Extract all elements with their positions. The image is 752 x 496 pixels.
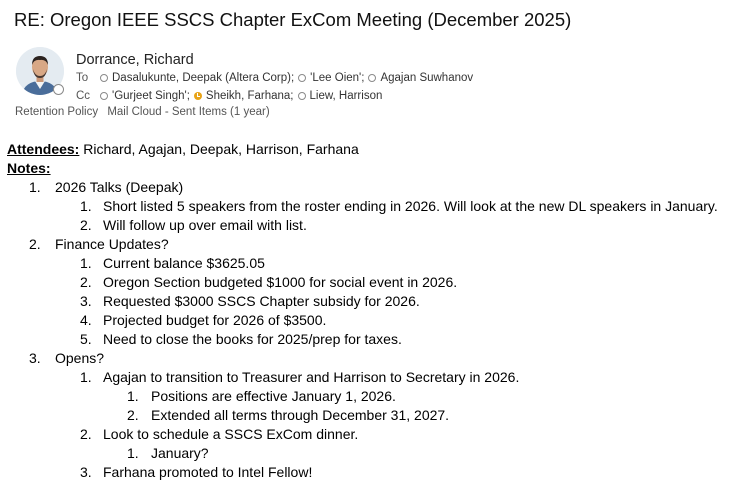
list-item: January? — [151, 445, 209, 461]
list-number: 5. — [80, 331, 92, 347]
list-number: 2. — [29, 236, 41, 252]
list-item: Need to close the books for 2025/prep fo… — [103, 331, 402, 347]
presence-offline-icon — [100, 92, 108, 100]
list-item: Current balance $3625.05 — [103, 255, 265, 271]
email-subject: RE: Oregon IEEE SSCS Chapter ExCom Meeti… — [14, 9, 572, 30]
list-number: 1. — [80, 255, 92, 271]
list-number: 3. — [80, 464, 92, 480]
list-item: Opens? — [55, 350, 105, 366]
list-number: 2. — [80, 217, 92, 233]
recipient-to-lee[interactable]: 'Lee Oien'; — [310, 72, 364, 84]
recipient-to-deepak[interactable]: Dasalukunte, Deepak (Altera Corp); — [112, 72, 294, 84]
retention-value: Mail Cloud - Sent Items (1 year) — [107, 106, 270, 118]
list-number: 1. — [127, 445, 139, 461]
list-number: 1. — [80, 198, 92, 214]
list-number: 2. — [80, 426, 92, 442]
list-item: Oregon Section budgeted $1000 for social… — [103, 274, 458, 290]
recipient-cc-farhana[interactable]: Sheikh, Farhana; — [206, 90, 294, 102]
retention-label: Retention Policy — [15, 106, 99, 118]
list-item: Will follow up over email with list. — [103, 217, 307, 233]
list-item: Extended all terms through December 31, … — [151, 407, 450, 423]
attendees-line: Attendees: Richard, Agajan, Deepak, Harr… — [7, 140, 359, 159]
cc-label: Cc — [76, 90, 91, 102]
list-item: Finance Updates? — [55, 236, 169, 252]
notes-heading: Notes: — [7, 160, 51, 176]
list-number: 1. — [80, 369, 92, 385]
presence-offline-icon — [368, 74, 377, 82]
list-item: Look to schedule a SSCS ExCom dinner. — [103, 426, 359, 442]
list-item: Agajan to transition to Treasurer and Ha… — [103, 369, 520, 385]
to-row: To Dasalukunte, Deepak (Altera Corp); 'L… — [76, 72, 473, 84]
list-item: Short listed 5 speakers from the roster … — [103, 198, 718, 214]
list-number: 2. — [80, 274, 92, 290]
list-item: Positions are effective January 1, 2026. — [151, 388, 396, 404]
attendees-list: Richard, Agajan, Deepak, Harrison, Farha… — [79, 141, 359, 157]
list-number: 1. — [29, 179, 41, 195]
retention-policy: Retention Policy Mail Cloud - Sent Items… — [15, 106, 270, 118]
list-item: Farhana promoted to Intel Fellow! — [103, 464, 313, 480]
recipient-cc-gurjeet[interactable]: 'Gurjeet Singh'; — [112, 90, 190, 102]
list-number: 1. — [127, 388, 139, 404]
attendees-label: Attendees: — [7, 141, 80, 157]
list-item: Requested $3000 SSCS Chapter subsidy for… — [103, 293, 420, 309]
list-number: 3. — [29, 350, 41, 366]
sender-name[interactable]: Dorrance, Richard — [76, 52, 194, 68]
cc-row: Cc 'Gurjeet Singh'; Sheikh, Farhana; Lie… — [76, 90, 382, 102]
list-item: Projected budget for 2026 of $3500. — [103, 312, 327, 328]
presence-offline-icon — [100, 74, 108, 82]
list-number: 4. — [80, 312, 92, 328]
recipient-to-agajan[interactable]: Agajan Suwhanov — [380, 72, 473, 84]
list-number: 2. — [127, 407, 139, 423]
recipient-cc-harrison[interactable]: Liew, Harrison — [310, 90, 383, 102]
presence-offline-icon — [298, 74, 307, 82]
to-label: To — [76, 72, 89, 84]
list-number: 3. — [80, 293, 92, 309]
presence-offline-icon — [297, 92, 306, 100]
presence-away-icon — [193, 92, 202, 100]
sender-presence-icon — [53, 84, 64, 95]
list-item: 2026 Talks (Deepak) — [55, 179, 184, 195]
